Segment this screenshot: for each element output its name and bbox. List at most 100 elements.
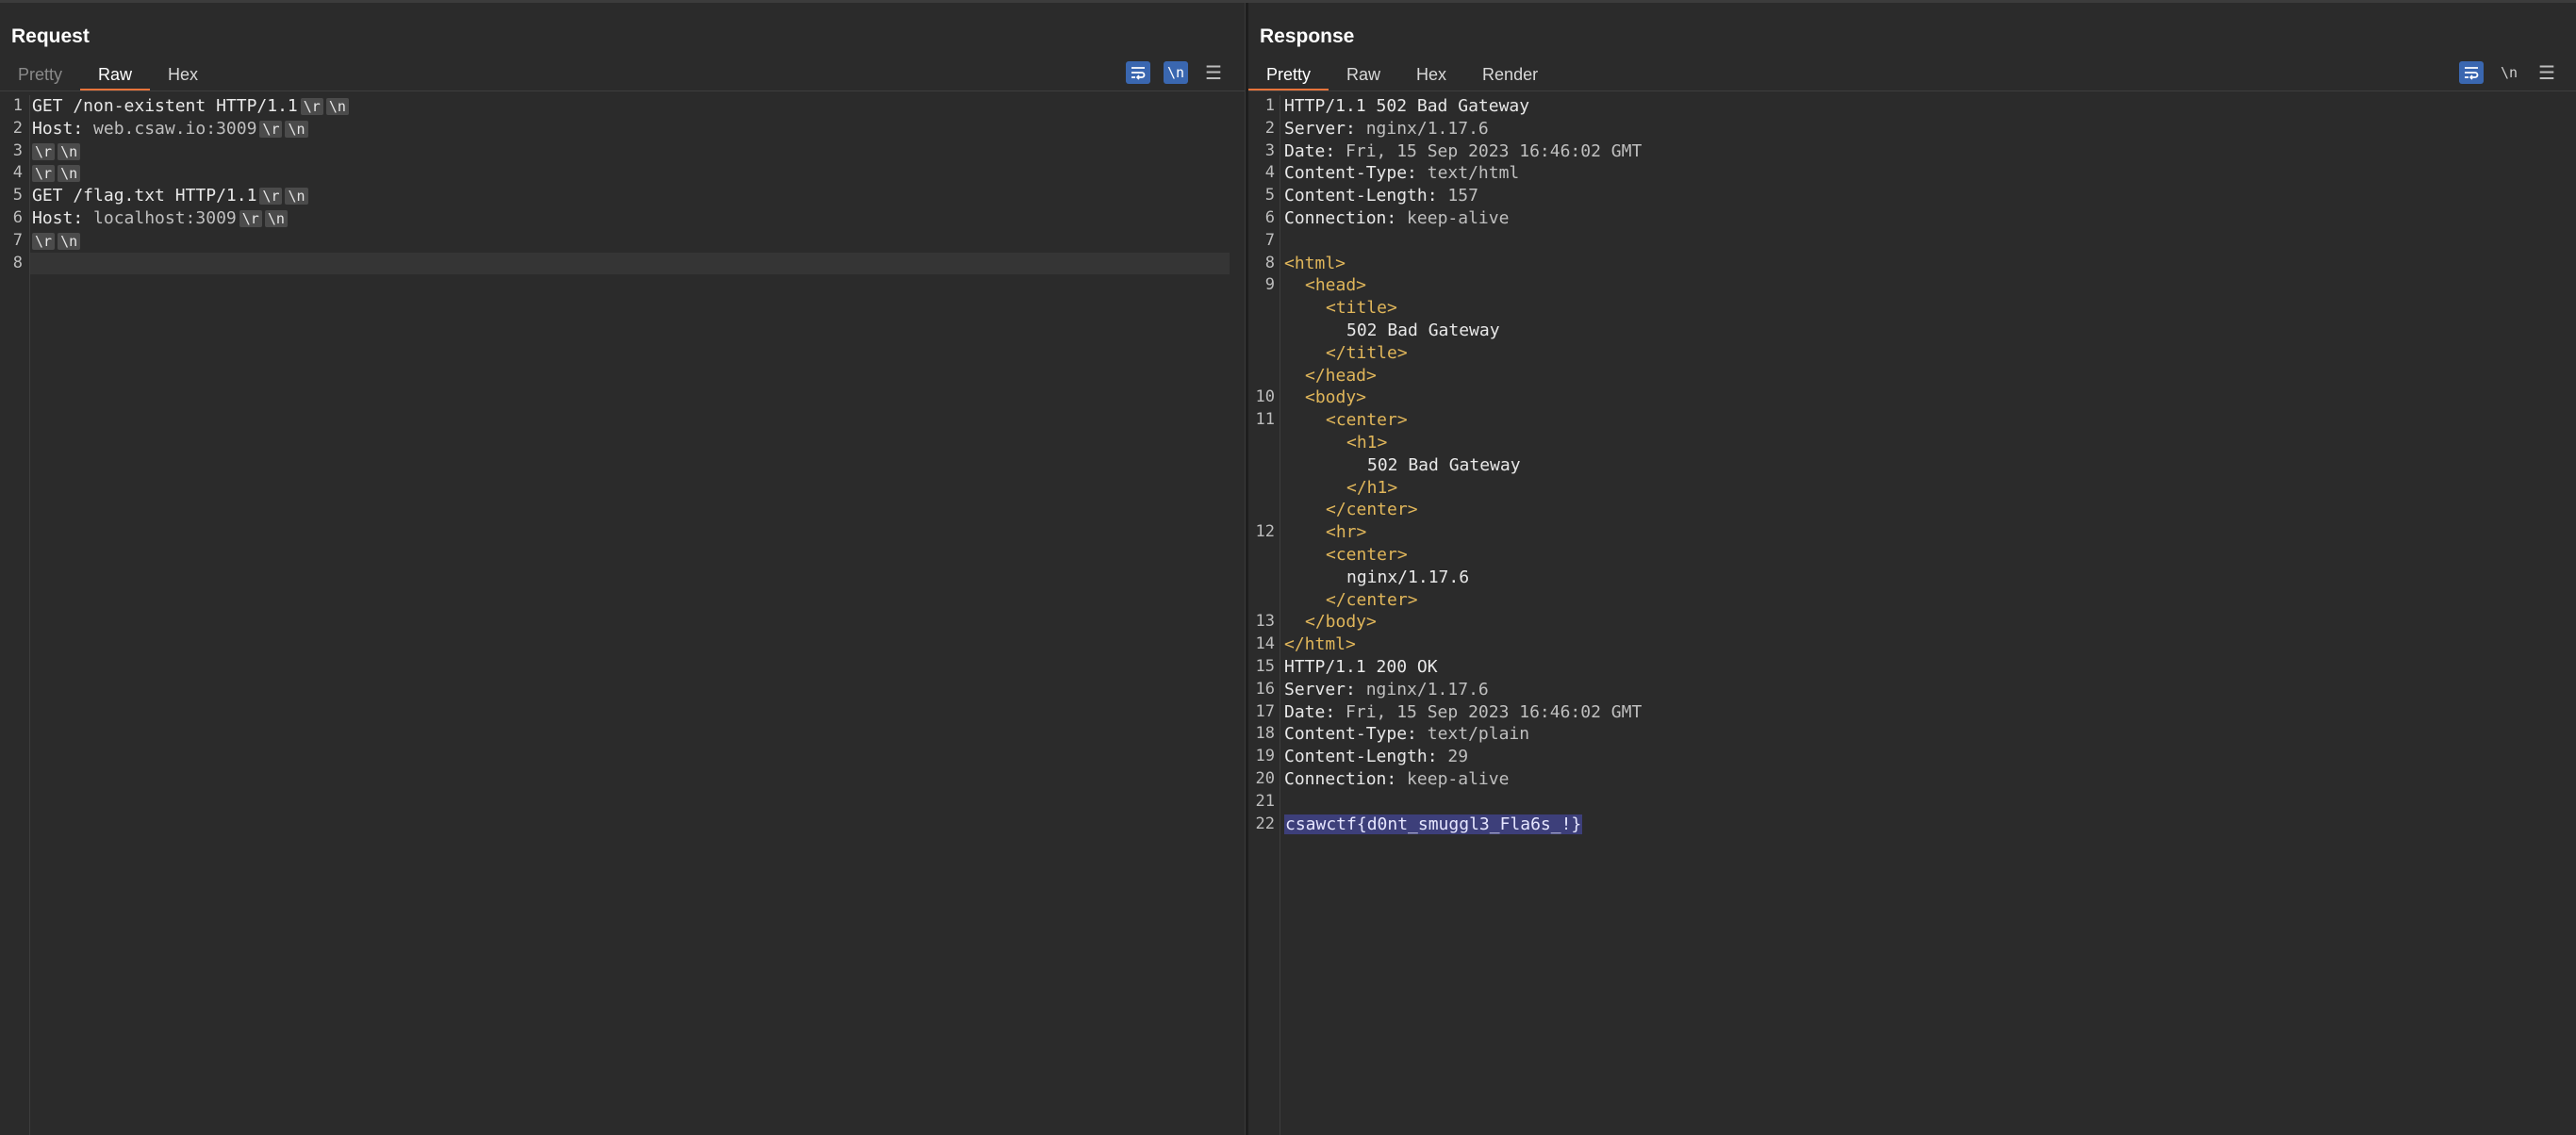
line-content: </h1> bbox=[1284, 477, 1397, 500]
response-tab-raw[interactable]: Raw bbox=[1329, 59, 1398, 91]
code-line: 5 Content-Length: 157 bbox=[1248, 185, 2576, 207]
code-line: 10 <body> bbox=[1248, 387, 2576, 409]
line-content: <title> bbox=[1284, 297, 1397, 320]
line-number: 5 bbox=[12, 186, 23, 206]
line-content: </body> bbox=[1284, 611, 1377, 633]
header-name: HTTP/1.1 502 Bad Gateway bbox=[1284, 96, 1530, 116]
code-line: 15 HTTP/1.1 200 OK bbox=[1248, 656, 2576, 679]
response-tab-pretty[interactable]: Pretty bbox=[1248, 59, 1329, 91]
header-value: nginx/1.17.6 bbox=[1355, 679, 1489, 699]
crlf-marker: \n bbox=[285, 188, 308, 206]
line-number: 10 bbox=[1255, 387, 1275, 407]
crlf-marker: \n bbox=[264, 209, 288, 227]
code-line: </center> bbox=[1248, 499, 2576, 521]
header-name: Content-Length: bbox=[1284, 747, 1438, 767]
code-line: 8 bbox=[0, 253, 1245, 275]
crlf-marker: \r bbox=[239, 209, 262, 227]
line-number: 21 bbox=[1255, 791, 1275, 811]
code-line: 5 GET /flag.txt HTTP/1.1 \r \n bbox=[0, 185, 1245, 207]
line-number: 11 bbox=[1255, 410, 1275, 430]
line-content: Content-Type: text/plain bbox=[1284, 723, 1529, 746]
header-name: Date: bbox=[1284, 140, 1336, 161]
code-line: </center> bbox=[1248, 589, 2576, 612]
line-number: 1 bbox=[12, 96, 23, 115]
code-line: 14 </html> bbox=[1248, 633, 2576, 656]
line-number: 16 bbox=[1255, 679, 1275, 699]
line-content: 502 Bad Gateway bbox=[1284, 454, 1521, 477]
request-newline-toggle[interactable]: \n bbox=[1164, 61, 1188, 84]
line-number: 8 bbox=[12, 253, 23, 272]
request-line-text: GET /flag.txt HTTP/1.1 bbox=[32, 186, 257, 206]
code-line: 20 Connection: keep-alive bbox=[1248, 768, 2576, 791]
code-line: 9 <head> bbox=[1248, 274, 2576, 297]
response-wrap-toggle[interactable] bbox=[2459, 61, 2484, 84]
line-number: 7 bbox=[1264, 230, 1275, 250]
code-line: 8 <html> bbox=[1248, 253, 2576, 275]
html-tag: <title> bbox=[1326, 298, 1397, 319]
line-content: \r \n bbox=[32, 230, 81, 253]
response-menu-icon[interactable]: ☰ bbox=[2535, 61, 2559, 84]
code-line: 6 Host: localhost:3009 \r \n bbox=[0, 207, 1245, 230]
response-tabbar-divider bbox=[1248, 90, 2576, 91]
request-line-text: GET /non-existent HTTP/1.1 bbox=[32, 96, 298, 116]
html-tag: </title> bbox=[1326, 342, 1408, 363]
request-pane: Request Pretty Raw Hex \n ☰ 1 GET /non-ex… bbox=[0, 3, 1245, 1135]
flag-highlight[interactable]: csawctf{d0nt_smuggl3_Fla6s_!} bbox=[1284, 814, 1583, 834]
line-number: 1 bbox=[1264, 96, 1275, 115]
request-tab-pretty[interactable]: Pretty bbox=[0, 59, 80, 91]
header-value: localhost:3009 bbox=[83, 207, 237, 228]
request-editor[interactable]: 1 GET /non-existent HTTP/1.1 \r \n 2 Host: we… bbox=[0, 95, 1245, 1135]
line-number: 15 bbox=[1255, 656, 1275, 676]
html-tag: </h1> bbox=[1346, 477, 1398, 498]
line-content: <h1> bbox=[1284, 432, 1387, 454]
header-name: Connection: bbox=[1284, 768, 1397, 789]
crlf-marker: \r bbox=[259, 120, 283, 138]
header-name: Server: bbox=[1284, 118, 1356, 139]
html-tag: <center> bbox=[1326, 410, 1408, 431]
crlf-marker: \r bbox=[32, 142, 56, 160]
request-tab-hex[interactable]: Hex bbox=[150, 59, 216, 91]
header-value: 29 bbox=[1437, 747, 1469, 767]
line-content: HTTP/1.1 502 Bad Gateway bbox=[1284, 95, 1529, 118]
response-tab-hex[interactable]: Hex bbox=[1398, 59, 1464, 91]
line-content: Host: web.csaw.io:3009 \r \n bbox=[32, 118, 308, 140]
header-name: HTTP/1.1 200 OK bbox=[1284, 656, 1438, 677]
header-value: text/html bbox=[1416, 163, 1520, 184]
code-line: 16 Server: nginx/1.17.6 bbox=[1248, 679, 2576, 701]
line-number: 4 bbox=[12, 163, 23, 183]
request-wrap-toggle[interactable] bbox=[1126, 61, 1150, 84]
request-toolbar: \n ☰ bbox=[1126, 61, 1226, 84]
code-line: 502 Bad Gateway bbox=[1248, 320, 2576, 342]
line-content: <head> bbox=[1284, 274, 1366, 297]
request-menu-icon[interactable]: ☰ bbox=[1201, 61, 1226, 84]
line-number: 2 bbox=[12, 118, 23, 138]
line-content: Date: Fri, 15 Sep 2023 16:46:02 GMT bbox=[1284, 701, 1642, 724]
header-value: text/plain bbox=[1416, 724, 1530, 745]
html-tag: <h1> bbox=[1346, 432, 1388, 452]
header-value: keep-alive bbox=[1396, 207, 1510, 228]
header-value: 157 bbox=[1437, 186, 1478, 206]
request-tabs: Pretty Raw Hex bbox=[0, 59, 216, 91]
line-content: \r \n bbox=[32, 162, 81, 185]
html-tag: <html> bbox=[1284, 253, 1346, 273]
response-newline-toggle[interactable]: \n bbox=[2497, 61, 2521, 84]
code-line: 18 Content-Type: text/plain bbox=[1248, 723, 2576, 746]
code-line: </head> bbox=[1248, 365, 2576, 387]
html-tag: </center> bbox=[1326, 500, 1418, 520]
line-content: csawctf{d0nt_smuggl3_Fla6s_!} bbox=[1284, 814, 1583, 836]
html-tag: </center> bbox=[1326, 589, 1418, 610]
code-line: 2 Server: nginx/1.17.6 bbox=[1248, 118, 2576, 140]
code-line: 7 \r \n bbox=[0, 230, 1245, 253]
html-tag: </html> bbox=[1284, 634, 1356, 655]
response-editor[interactable]: 1 HTTP/1.1 502 Bad Gateway 2 Server: nginx/… bbox=[1248, 95, 2576, 1135]
request-tab-raw[interactable]: Raw bbox=[80, 59, 151, 91]
line-number: 14 bbox=[1255, 634, 1275, 654]
line-content: Connection: keep-alive bbox=[1284, 207, 1509, 230]
html-text: 502 Bad Gateway bbox=[1346, 320, 1500, 340]
header-name: Content-Type: bbox=[1284, 724, 1417, 745]
line-content: <center> bbox=[1284, 409, 1408, 432]
response-tab-render[interactable]: Render bbox=[1464, 59, 1556, 91]
response-lines: 1 HTTP/1.1 502 Bad Gateway 2 Server: nginx/… bbox=[1248, 95, 2576, 835]
response-pane: Response Pretty Raw Hex Render \n ☰ 1 HTT… bbox=[1248, 3, 2576, 1135]
code-line: 4 \r \n bbox=[0, 162, 1245, 185]
